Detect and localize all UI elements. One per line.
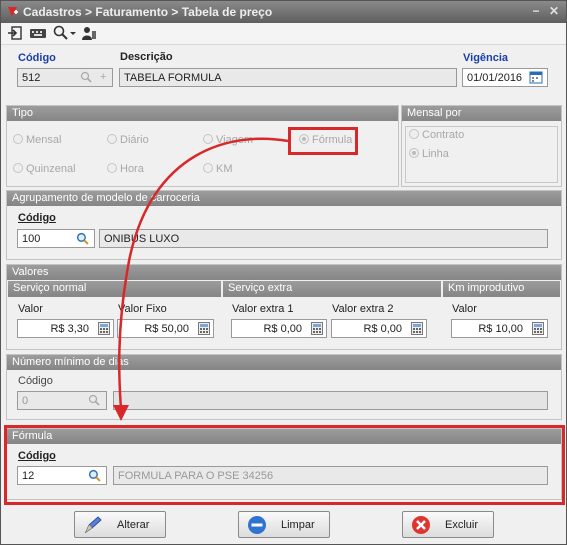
numero-minimo-codigo-field[interactable]: 0	[17, 391, 107, 410]
minus-icon	[247, 515, 267, 538]
descricao-field[interactable]: TABELA FORMULA	[119, 68, 457, 87]
formula-highlight-box	[288, 127, 358, 155]
add-icon[interactable]: +	[100, 71, 106, 83]
user-icon[interactable]	[81, 25, 97, 42]
window: Cadastros > Faturamento > Tabela de preç…	[0, 0, 567, 545]
vigencia-date-field[interactable]: 01/01/2016	[462, 68, 548, 87]
radio-diario[interactable]: Diário	[107, 134, 149, 146]
agrupamento-section: Agrupamento de modelo de carroceria	[6, 190, 562, 260]
limpar-button[interactable]: Limpar	[238, 511, 330, 538]
tipo-header: Tipo	[7, 106, 398, 121]
valores-header: Valores	[7, 265, 561, 280]
excluir-button[interactable]: Excluir	[402, 511, 494, 538]
valor-fixo-value: R$ 50,00	[144, 323, 189, 335]
calculator-icon[interactable]	[198, 322, 210, 337]
radio-linha[interactable]: Linha	[409, 148, 449, 160]
close-button[interactable]: ✕	[547, 4, 561, 18]
radio-km[interactable]: KM	[203, 163, 233, 175]
agrupamento-header: Agrupamento de modelo de carroceria	[7, 191, 561, 206]
mensal-por-section: Mensal por	[401, 105, 562, 187]
km-valor-value: R$ 10,00	[478, 323, 523, 335]
servico-normal-header: Serviço normal	[8, 281, 221, 297]
radio-contrato[interactable]: Contrato	[409, 129, 464, 141]
radio-circle	[107, 163, 117, 173]
valor-extra-2-value: R$ 0,00	[363, 323, 402, 335]
calculator-icon[interactable]	[311, 322, 323, 337]
calculator-icon[interactable]	[98, 322, 110, 337]
numero-minimo-codigo-label: Código	[18, 375, 53, 387]
servico-extra-header: Serviço extra	[223, 281, 441, 297]
valor-value: R$ 3,30	[50, 323, 89, 335]
radio-circle	[13, 163, 23, 173]
formula-highlight-box	[4, 425, 565, 505]
calculator-icon[interactable]	[411, 322, 423, 337]
valor-extra-2-label: Valor extra 2	[332, 303, 394, 315]
numero-minimo-header: Número mínimo de dias	[7, 355, 561, 370]
agrupamento-codigo-field[interactable]: 100	[17, 229, 95, 248]
window-title: Cadastros > Faturamento > Tabela de preç…	[23, 5, 273, 19]
vigencia-label: Vigência	[463, 52, 509, 64]
search-icon[interactable]	[76, 232, 89, 247]
radio-quinzenal[interactable]: Quinzenal	[13, 163, 76, 175]
numero-minimo-descricao-field	[113, 391, 548, 410]
radio-mensal[interactable]: Mensal	[13, 134, 61, 146]
agrupamento-descricao-field: ONIBUS LUXO	[99, 229, 548, 248]
radio-circle	[107, 134, 117, 144]
calendar-icon[interactable]	[529, 70, 543, 86]
codigo-label: Código	[18, 52, 56, 64]
radio-circle	[203, 134, 213, 144]
descricao-label: Descrição	[120, 51, 173, 63]
km-valor-field[interactable]: R$ 10,00	[451, 319, 548, 338]
app-icon	[5, 4, 21, 23]
search-icon[interactable]	[80, 71, 92, 86]
valor-extra-1-field[interactable]: R$ 0,00	[231, 319, 327, 338]
radio-circle	[203, 163, 213, 173]
exit-icon[interactable]	[7, 25, 23, 42]
valor-fixo-field[interactable]: R$ 50,00	[117, 319, 214, 338]
minimize-button[interactable]: −	[529, 4, 543, 18]
valor-extra-1-label: Valor extra 1	[232, 303, 294, 315]
radio-circle-selected	[409, 148, 419, 158]
codigo-field[interactable]: 512 +	[17, 68, 113, 87]
delete-icon	[411, 515, 431, 538]
keyboard-icon[interactable]	[29, 25, 47, 42]
radio-hora[interactable]: Hora	[107, 163, 144, 175]
numero-minimo-codigo-value: 0	[22, 395, 29, 407]
calculator-icon[interactable]	[532, 322, 544, 337]
title-bar: Cadastros > Faturamento > Tabela de preç…	[1, 1, 566, 23]
km-valor-label: Valor	[452, 303, 477, 315]
search-icon[interactable]	[88, 394, 100, 409]
km-improdutivo-header: Km improdutivo	[443, 281, 560, 297]
valor-field[interactable]: R$ 3,30	[17, 319, 114, 338]
agrupamento-codigo-value: 100	[22, 233, 41, 245]
radio-viagem[interactable]: Viagem	[203, 134, 253, 146]
codigo-value: 512	[22, 72, 41, 84]
radio-circle	[13, 134, 23, 144]
toolbar	[1, 23, 566, 45]
radio-circle	[409, 129, 419, 139]
agrupamento-codigo-label: Código	[18, 212, 56, 224]
valor-extra-1-value: R$ 0,00	[263, 323, 302, 335]
alterar-button[interactable]: Alterar	[74, 511, 166, 538]
search-dropdown-icon[interactable]	[53, 25, 77, 42]
valor-extra-2-field[interactable]: R$ 0,00	[331, 319, 427, 338]
edit-icon	[83, 515, 105, 538]
numero-minimo-section: Número mínimo de dias	[6, 354, 562, 420]
valor-label: Valor	[18, 303, 43, 315]
valor-fixo-label: Valor Fixo	[118, 303, 167, 315]
vigencia-value: 01/01/2016	[467, 72, 523, 84]
mensal-por-header: Mensal por	[402, 106, 561, 121]
